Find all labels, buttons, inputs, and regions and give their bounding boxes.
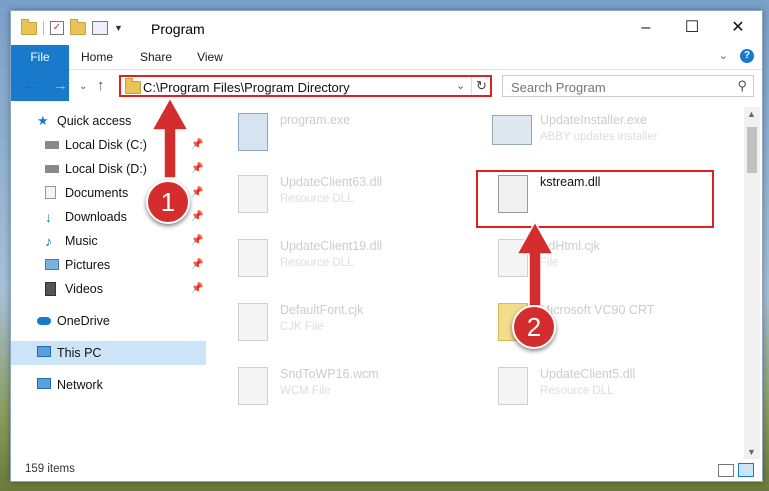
- refresh-icon[interactable]: ↻: [471, 77, 491, 95]
- search-box[interactable]: ⚲: [502, 75, 754, 97]
- folder-icon: [125, 78, 141, 94]
- up-icon[interactable]: ↑: [97, 77, 105, 94]
- tab-view[interactable]: View: [191, 45, 229, 69]
- search-icon[interactable]: ⚲: [737, 78, 747, 94]
- scroll-thumb[interactable]: [747, 127, 757, 173]
- back-icon[interactable]: ←: [23, 77, 38, 94]
- step-badge-1: 1: [146, 180, 190, 224]
- item-count: 159 items: [25, 463, 75, 475]
- folder-icon: [21, 18, 37, 35]
- nav-item-network[interactable]: Network: [11, 373, 206, 397]
- rename-icon[interactable]: [92, 21, 108, 35]
- network-icon: [37, 378, 51, 389]
- arrow-up-icon: [150, 98, 190, 178]
- pin-icon[interactable]: 📌: [191, 205, 203, 229]
- pin-icon[interactable]: 📌: [191, 253, 203, 277]
- nav-item-this-pc[interactable]: This PC: [11, 341, 206, 365]
- star-icon: ★: [37, 113, 49, 128]
- large-icons-view-icon[interactable]: [738, 463, 754, 477]
- new-folder-icon[interactable]: [70, 18, 86, 35]
- file-icon: [238, 367, 268, 405]
- document-icon: [45, 186, 56, 199]
- file-icon: [238, 303, 268, 341]
- cloud-icon: [37, 317, 51, 325]
- download-icon: ↓: [45, 209, 52, 225]
- nav-item-music[interactable]: ♪ Music 📌: [11, 229, 206, 253]
- file-item[interactable]: program.exe: [216, 107, 456, 163]
- vertical-scrollbar[interactable]: ▲ ▼: [744, 107, 760, 459]
- file-item[interactable]: SndToWP16.wcm WCM File: [216, 361, 456, 417]
- dll-gear-icon: [238, 175, 268, 213]
- file-item[interactable]: UpdateClient5.dll Resource DLL: [476, 361, 716, 417]
- tab-home[interactable]: Home: [75, 45, 119, 69]
- file-item[interactable]: UpdateClient19.dll Resource DLL: [216, 233, 456, 289]
- file-item[interactable]: EdHtml.cjk File: [476, 233, 716, 289]
- help-icon[interactable]: ?: [740, 49, 754, 63]
- window-title: Program: [151, 21, 205, 37]
- maximize-button[interactable]: ☐: [669, 11, 715, 45]
- step-badge-2: 2: [512, 305, 556, 349]
- installer-icon: [492, 115, 532, 145]
- file-list: program.exe UpdateInstaller.exe ABBY upd…: [216, 107, 738, 459]
- pin-icon[interactable]: 📌: [191, 157, 203, 181]
- video-icon: [45, 282, 56, 296]
- pin-icon[interactable]: 📌: [191, 229, 203, 253]
- title-bar: ✓ ▼ Program – ☐ ✕: [11, 11, 762, 45]
- tab-share[interactable]: Share: [133, 45, 179, 69]
- dll-gear-icon: [498, 367, 528, 405]
- file-item[interactable]: UpdateClient63.dll Resource DLL: [216, 169, 456, 225]
- pictures-icon: [45, 259, 59, 270]
- address-dropdown-icon[interactable]: ⌄: [456, 79, 465, 92]
- music-icon: ♪: [45, 233, 52, 249]
- close-button[interactable]: ✕: [715, 11, 761, 45]
- file-explorer-window: ✓ ▼ Program – ☐ ✕ File Home Share View ⌄…: [10, 10, 763, 482]
- file-item[interactable]: UpdateInstaller.exe ABBY updates install…: [476, 107, 716, 163]
- nav-item-pictures[interactable]: Pictures 📌: [11, 253, 206, 277]
- nav-item-videos[interactable]: Videos 📌: [11, 277, 206, 301]
- scroll-up-icon[interactable]: ▲: [747, 109, 756, 119]
- pin-icon[interactable]: 📌: [191, 277, 203, 301]
- status-bar: 159 items: [11, 459, 762, 481]
- ribbon: File Home Share View ⌄ ?: [11, 45, 762, 101]
- pin-icon[interactable]: 📌: [191, 181, 203, 205]
- minimize-button[interactable]: –: [623, 11, 669, 45]
- quick-access-toolbar: ✓ ▼: [21, 18, 123, 35]
- navigation-bar: ← → ⌄ ↑ C:\Program Files\Program Directo…: [11, 71, 762, 103]
- scroll-down-icon[interactable]: ▼: [747, 447, 756, 457]
- address-path[interactable]: C:\Program Files\Program Directory: [143, 80, 350, 95]
- search-input[interactable]: [509, 78, 723, 96]
- nav-item-onedrive[interactable]: OneDrive: [11, 309, 206, 333]
- arrow-up-icon: [515, 222, 555, 306]
- computer-icon: [37, 346, 51, 357]
- recent-locations-icon[interactable]: ⌄: [79, 81, 87, 92]
- customize-qat-icon[interactable]: ▼: [114, 23, 123, 33]
- forward-icon[interactable]: →: [53, 77, 68, 94]
- dll-gear-icon: [238, 239, 268, 277]
- file-item[interactable]: DefaultFont.cjk CJK File: [216, 297, 456, 353]
- pin-icon[interactable]: 📌: [191, 133, 203, 157]
- properties-check-icon[interactable]: ✓: [50, 21, 64, 35]
- drive-icon: [45, 165, 59, 173]
- address-bar[interactable]: C:\Program Files\Program Directory ⌄ ↻: [119, 75, 492, 97]
- exe-icon: [238, 113, 268, 151]
- expand-ribbon-icon[interactable]: ⌄: [719, 49, 728, 62]
- details-view-icon[interactable]: [718, 464, 734, 477]
- highlight-box-kstream: [476, 170, 714, 228]
- drive-icon: [45, 141, 59, 149]
